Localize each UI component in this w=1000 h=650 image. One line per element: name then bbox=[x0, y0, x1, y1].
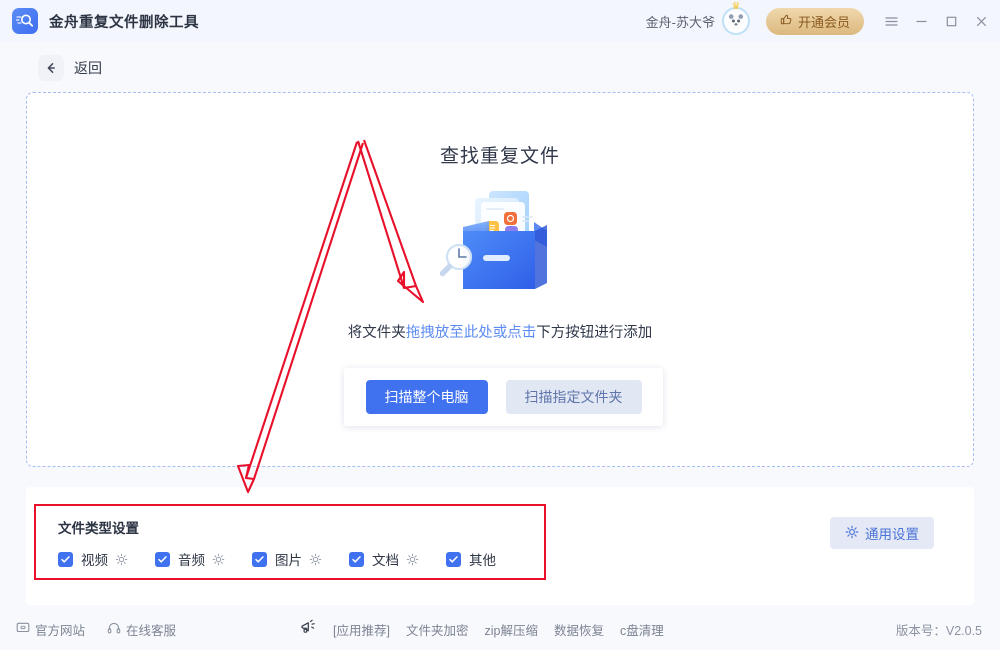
close-icon[interactable] bbox=[966, 6, 996, 36]
online-support-label: 在线客服 bbox=[126, 623, 177, 638]
footer-promo-group: [应用推荐] 文件夹加密 zip解压缩 数据恢复 c盘清理 bbox=[300, 619, 664, 639]
file-type-label-document: 文档 bbox=[372, 553, 399, 568]
app-window: 金舟重复文件删除工具 金舟-苏大爷 ♛ 开通会员 返回 查找重复文件 将文件夹拖… bbox=[0, 0, 1000, 650]
back-button[interactable] bbox=[38, 55, 64, 81]
footer-bar: 官方网站 在线客服 [应用推荐] 文件夹加密 zip解压缩 数据恢复 c盘清理 … bbox=[0, 608, 1000, 650]
window-controls bbox=[876, 6, 996, 36]
file-type-item-audio: 音频 bbox=[155, 549, 225, 569]
version-label: 版本号：V2.0.5 bbox=[895, 623, 982, 638]
crown-icon: ♛ bbox=[731, 1, 741, 12]
general-settings-label: 通用设置 bbox=[865, 527, 919, 542]
thumbs-up-icon bbox=[780, 13, 793, 29]
file-type-label-image: 图片 bbox=[275, 553, 302, 568]
checkbox-other[interactable] bbox=[446, 551, 461, 567]
hamburger-menu-icon[interactable] bbox=[876, 6, 906, 36]
back-bar: 返回 bbox=[0, 48, 1000, 88]
file-type-item-image: 图片 bbox=[252, 549, 322, 569]
file-type-item-other: 其他 bbox=[446, 549, 496, 569]
gear-icon bbox=[845, 525, 859, 542]
folder-search-illustration bbox=[435, 185, 565, 300]
official-website-link[interactable]: 官方网站 bbox=[16, 620, 85, 639]
file-type-checkbox-row: 视频 音频 图片 文档 其他 bbox=[58, 549, 523, 569]
gear-icon-video[interactable] bbox=[115, 553, 128, 566]
titlebar-right: 金舟-苏大爷 ♛ 开通会员 bbox=[646, 0, 1000, 42]
checkbox-document[interactable] bbox=[349, 551, 364, 567]
file-type-settings-panel: 文件类型设置 视频 音频 图片 文档 其他 bbox=[34, 504, 546, 580]
titlebar: 金舟重复文件删除工具 金舟-苏大爷 ♛ 开通会员 bbox=[0, 0, 1000, 42]
drop-hint-suffix: 下方按钮进行添加 bbox=[536, 325, 653, 341]
megaphone-icon bbox=[300, 619, 317, 639]
headset-icon bbox=[107, 621, 121, 638]
footer-link-zip[interactable]: zip解压缩 bbox=[484, 620, 537, 639]
monitor-icon bbox=[16, 621, 30, 638]
app-title: 金舟重复文件删除工具 bbox=[49, 14, 199, 31]
arrow-left-icon bbox=[47, 63, 55, 73]
bottom-settings-card: 文件类型设置 视频 音频 图片 文档 其他 通用设置 bbox=[26, 487, 974, 605]
file-type-label-video: 视频 bbox=[81, 553, 108, 568]
general-settings-button[interactable]: 通用设置 bbox=[830, 517, 934, 549]
user-name[interactable]: 金舟-苏大爷 bbox=[646, 12, 715, 31]
file-type-item-video: 视频 bbox=[58, 549, 128, 569]
scan-whole-computer-button[interactable]: 扫描整个电脑 bbox=[365, 380, 488, 414]
scan-specific-folder-button[interactable]: 扫描指定文件夹 bbox=[505, 380, 642, 414]
online-support-link[interactable]: 在线客服 bbox=[107, 620, 176, 639]
scan-button-card: 扫描整个电脑 扫描指定文件夹 bbox=[344, 368, 663, 426]
footer-link-c-drive-clean[interactable]: c盘清理 bbox=[620, 620, 664, 639]
file-drop-zone[interactable]: 查找重复文件 将文件夹拖拽放至此处或点击下方按钮进行添加 扫描整个电脑 扫描指定… bbox=[26, 92, 974, 467]
vip-upgrade-button[interactable]: 开通会员 bbox=[765, 7, 864, 35]
maximize-icon[interactable] bbox=[936, 6, 966, 36]
file-type-settings-title: 文件类型设置 bbox=[58, 521, 139, 536]
checkbox-video[interactable] bbox=[58, 551, 73, 567]
panda-avatar[interactable]: ♛ bbox=[721, 2, 750, 35]
file-type-label-audio: 音频 bbox=[178, 553, 205, 568]
drop-hint-highlight[interactable]: 拖拽放至此处或点击 bbox=[406, 325, 537, 341]
app-recommendation-link[interactable]: [应用推荐] bbox=[333, 620, 390, 639]
footer-link-folder-encrypt[interactable]: 文件夹加密 bbox=[406, 620, 469, 639]
back-label[interactable]: 返回 bbox=[74, 58, 102, 78]
minimize-icon[interactable] bbox=[906, 6, 936, 36]
checkbox-audio[interactable] bbox=[155, 551, 170, 567]
vip-upgrade-label: 开通会员 bbox=[797, 14, 850, 30]
file-type-label-other: 其他 bbox=[469, 553, 496, 568]
gear-icon-audio[interactable] bbox=[212, 553, 225, 566]
footer-left-group: 官方网站 在线客服 bbox=[16, 620, 176, 639]
footer-link-data-recovery[interactable]: 数据恢复 bbox=[554, 620, 604, 639]
checkbox-image[interactable] bbox=[252, 551, 267, 567]
gear-icon-document[interactable] bbox=[406, 553, 419, 566]
official-website-label: 官方网站 bbox=[35, 623, 86, 638]
page-title: 查找重复文件 bbox=[439, 146, 560, 167]
drop-hint-prefix: 将文件夹 bbox=[347, 325, 406, 341]
drop-hint: 将文件夹拖拽放至此处或点击下方按钮进行添加 bbox=[27, 321, 973, 342]
magnifier-app-icon bbox=[12, 8, 38, 34]
gear-icon-image[interactable] bbox=[309, 553, 322, 566]
file-type-item-document: 文档 bbox=[349, 549, 419, 569]
